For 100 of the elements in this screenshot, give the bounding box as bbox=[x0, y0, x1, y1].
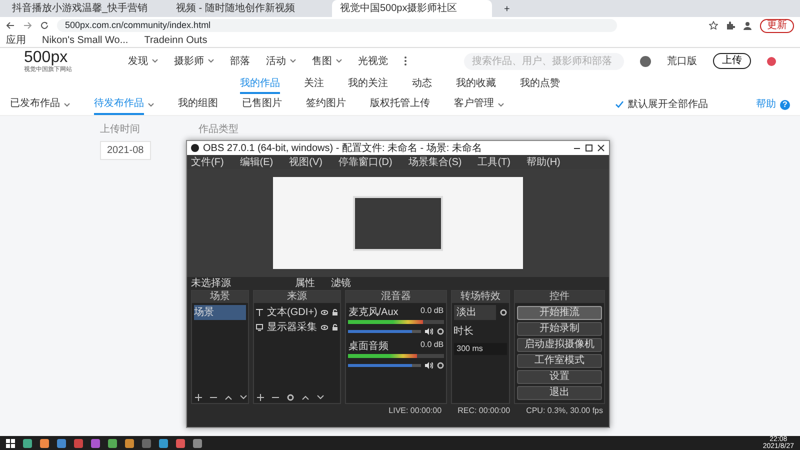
star-icon[interactable] bbox=[709, 21, 718, 30]
upload-button[interactable]: 上传 bbox=[713, 53, 751, 69]
address-field[interactable]: 500px.com.cn/community/index.html bbox=[57, 19, 617, 32]
move-down-icon[interactable] bbox=[317, 394, 324, 400]
profile-tab[interactable]: 我的作品 bbox=[240, 74, 280, 94]
update-button[interactable]: 更新 bbox=[760, 18, 794, 32]
move-up-icon[interactable] bbox=[225, 394, 232, 400]
menu-item[interactable]: 帮助(H) bbox=[526, 154, 560, 170]
settings-icon[interactable] bbox=[436, 328, 444, 335]
eye-icon[interactable] bbox=[321, 325, 328, 330]
menu-item[interactable]: 编辑(E) bbox=[240, 154, 274, 170]
settings-icon[interactable] bbox=[287, 394, 294, 400]
settings-icon[interactable] bbox=[500, 309, 508, 316]
transition-select[interactable]: 淡出 bbox=[454, 305, 496, 320]
move-down-icon[interactable] bbox=[240, 394, 247, 400]
windows-start-icon[interactable] bbox=[6, 438, 15, 448]
sub-nav-tab[interactable]: 我的组图 bbox=[178, 94, 218, 115]
menu-item[interactable]: 视图(V) bbox=[289, 154, 322, 170]
profile-tab[interactable]: 我的关注 bbox=[348, 74, 388, 94]
scene-item[interactable]: 场景 bbox=[194, 305, 246, 320]
date-field[interactable]: 2021-08 bbox=[100, 141, 151, 160]
monitor-icon bbox=[256, 324, 263, 331]
profile-tab[interactable]: 关注 bbox=[304, 74, 324, 94]
menu-item[interactable]: 工具(T) bbox=[478, 154, 510, 170]
properties-button[interactable]: 属性 bbox=[295, 276, 315, 291]
sub-nav-tab[interactable]: 已售图片 bbox=[242, 94, 282, 115]
browser-tab[interactable]: 视觉中国500px摄影师社区 bbox=[332, 0, 492, 17]
nav-link[interactable]: 发现 bbox=[128, 54, 148, 68]
dock-title: 控件 bbox=[515, 291, 604, 303]
channel-reading: 0.0 dB bbox=[420, 305, 444, 317]
more-icon[interactable] bbox=[404, 56, 407, 66]
new-tab-button[interactable]: + bbox=[496, 2, 518, 17]
profile-tab[interactable]: 我的收藏 bbox=[456, 74, 496, 94]
browser-tab[interactable]: 抖音播放小游戏温馨_快手营销 bbox=[4, 0, 164, 17]
help-icon[interactable]: ? bbox=[780, 100, 790, 110]
user-name[interactable]: 荒口版 bbox=[667, 54, 697, 68]
nav-link[interactable]: 活动 bbox=[266, 54, 286, 68]
bookmark-link[interactable]: 应用 bbox=[6, 33, 26, 48]
bookmark-link[interactable]: Nikon's Small Wo... bbox=[42, 33, 128, 48]
status-text: LIVE: 00:00:00 bbox=[388, 404, 442, 416]
add-icon[interactable] bbox=[195, 394, 202, 400]
dock-title: 来源 bbox=[254, 291, 340, 303]
profile-tab[interactable]: 动态 bbox=[412, 74, 432, 94]
duration-field[interactable]: 300 ms bbox=[454, 343, 508, 355]
source-item[interactable]: 文本(GDI+) bbox=[267, 305, 318, 320]
sub-nav-tab[interactable]: 客户管理 bbox=[454, 94, 494, 115]
nav-link[interactable]: 光视觉 bbox=[358, 54, 388, 68]
browser-tab[interactable]: 视频 - 随时随地创作新视频 bbox=[168, 0, 328, 17]
control-button[interactable]: 退出 bbox=[517, 386, 602, 400]
control-button[interactable]: 开始推流 bbox=[517, 306, 602, 320]
channel-name: 桌面音频 bbox=[348, 340, 388, 354]
notification-icon[interactable] bbox=[767, 56, 776, 66]
filters-button[interactable]: 滤镜 bbox=[331, 276, 351, 291]
obs-logo-icon bbox=[191, 144, 199, 152]
reload-icon[interactable] bbox=[40, 21, 49, 30]
dock-title: 转场特效 bbox=[452, 291, 510, 303]
back-icon[interactable] bbox=[6, 21, 15, 30]
eye-icon[interactable] bbox=[321, 310, 328, 315]
unlock-icon[interactable] bbox=[332, 309, 338, 316]
puzzle-icon[interactable] bbox=[726, 21, 735, 30]
move-up-icon[interactable] bbox=[302, 394, 309, 400]
control-button[interactable]: 启动虚拟摄像机 bbox=[517, 338, 602, 352]
maximize-icon[interactable] bbox=[585, 144, 593, 152]
control-button[interactable]: 工作室模式 bbox=[517, 354, 602, 368]
speaker-icon[interactable] bbox=[424, 328, 433, 335]
nav-link[interactable]: 售图 bbox=[312, 54, 332, 68]
no-source-label: 未选择源 bbox=[191, 276, 231, 290]
close-icon[interactable] bbox=[597, 144, 605, 152]
channel-name: 麦克风/Aux bbox=[348, 306, 398, 320]
status-text: CPU: 0.3%, 30.00 fps bbox=[526, 404, 603, 416]
channel-reading: 0.0 dB bbox=[420, 339, 444, 351]
checkbox[interactable] bbox=[615, 100, 624, 109]
window-title: OBS 27.0.1 (64-bit, windows) - 配置文件: 未命名 - 场景: 未命名 bbox=[203, 142, 482, 156]
text-source-icon bbox=[256, 309, 263, 316]
sub-nav-tab[interactable]: 已发布作品 bbox=[10, 94, 60, 115]
profile-tab[interactable]: 我的点赞 bbox=[520, 74, 560, 94]
filter-label: 上传时间 bbox=[100, 122, 141, 137]
menu-item[interactable]: 停靠窗口(D) bbox=[338, 154, 392, 170]
dock-title: 混音器 bbox=[346, 291, 446, 303]
settings-icon[interactable] bbox=[436, 362, 444, 369]
status-text: REC: 00:00:00 bbox=[458, 404, 510, 416]
nav-link[interactable]: 摄影师 bbox=[174, 54, 204, 68]
menu-item[interactable]: 场景集合(S) bbox=[408, 154, 462, 170]
add-icon[interactable] bbox=[257, 394, 264, 400]
control-button[interactable]: 设置 bbox=[517, 370, 602, 384]
nav-link[interactable]: 部落 bbox=[230, 54, 250, 68]
unlock-icon[interactable] bbox=[332, 324, 338, 331]
profile-icon[interactable] bbox=[743, 21, 752, 30]
help-link[interactable]: 帮助 bbox=[756, 97, 776, 112]
speaker-icon[interactable] bbox=[424, 362, 433, 369]
sub-nav-tab[interactable]: 签约图片 bbox=[306, 94, 346, 115]
avatar-icon[interactable] bbox=[640, 56, 651, 66]
control-button[interactable]: 开始录制 bbox=[517, 322, 602, 336]
filter-label: 作品类型 bbox=[198, 122, 239, 137]
bookmark-link[interactable]: Tradeinn Outs bbox=[144, 33, 208, 48]
source-item[interactable]: 显示器采集 bbox=[267, 320, 318, 335]
sub-nav-tab[interactable]: 版权托管上传 bbox=[370, 94, 430, 115]
site-logo[interactable]: 500px bbox=[24, 50, 104, 65]
forward-icon[interactable] bbox=[23, 21, 32, 30]
menu-item[interactable]: 文件(F) bbox=[191, 154, 224, 170]
